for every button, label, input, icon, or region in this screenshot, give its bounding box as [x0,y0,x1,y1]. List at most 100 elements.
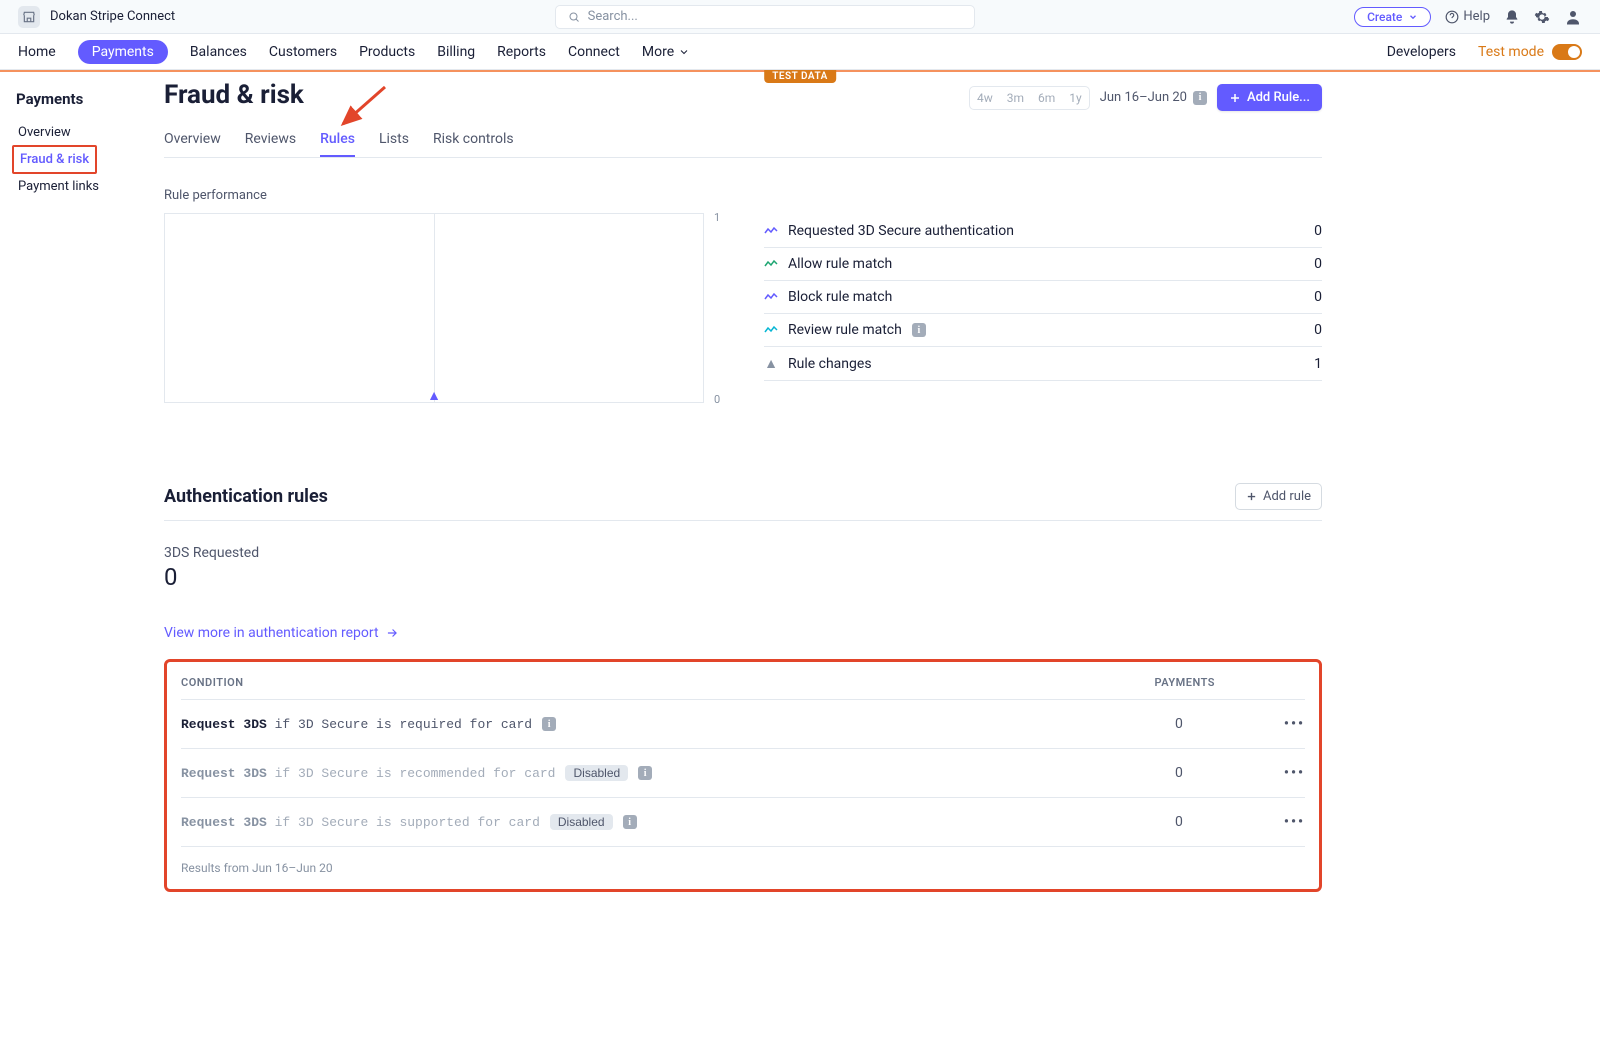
legend-label: Review rule match [788,322,902,338]
legend-label: Allow rule match [788,256,892,272]
store-icon [18,6,40,28]
search-input[interactable]: Search... [555,5,975,29]
rule-payments: 0 [1175,814,1255,830]
add-rule-button[interactable]: Add rule [1235,483,1322,510]
auth-rules-table: CONDITION PAYMENTS Request 3DS if 3D Sec… [164,659,1322,892]
info-icon: i [638,766,652,780]
legend-value: 0 [1314,223,1322,239]
legend-label: Requested 3D Secure authentication [788,223,1014,239]
nav-reports[interactable]: Reports [497,44,546,60]
help-icon [1445,10,1459,24]
profile-icon[interactable] [1564,8,1582,26]
nav-customers[interactable]: Customers [269,44,337,60]
info-icon: i [542,717,556,731]
rule-row[interactable]: Request 3DS if 3D Secure is supported fo… [181,798,1305,847]
nav-payments[interactable]: Payments [78,40,168,64]
info-icon: i [1193,91,1207,105]
nav-products[interactable]: Products [359,44,415,60]
view-more-link[interactable]: View more in authentication report [164,625,1322,641]
tab-reviews[interactable]: Reviews [245,123,296,157]
chart-y-min: 0 [714,393,720,406]
col-payments: PAYMENTS [1155,676,1216,689]
legend-line-icon [764,292,778,302]
nav-billing[interactable]: Billing [437,44,475,60]
info-icon: i [623,815,637,829]
rule-payments: 0 [1175,716,1255,732]
rule-condition: Request 3DS if 3D Secure is supported fo… [181,814,1165,830]
settings-icon[interactable] [1534,9,1550,25]
sidebar-item-overview[interactable]: Overview [10,120,142,145]
legend-row[interactable]: Allow rule match 0 [764,248,1322,281]
notifications-icon[interactable] [1504,9,1520,25]
nav-connect[interactable]: Connect [568,44,620,60]
sidebar-item-fraud-risk[interactable]: Fraud & risk [12,147,95,172]
col-condition: CONDITION [181,676,244,689]
period-6m[interactable]: 6m [1031,87,1062,109]
legend-row[interactable]: Requested 3D Secure authentication 0 [764,215,1322,248]
legend-line-icon [764,325,778,335]
legend-line-icon [764,226,778,236]
create-label: Create [1367,10,1402,24]
legend-label: Block rule match [788,289,892,305]
brand[interactable]: Dokan Stripe Connect [18,6,175,28]
help-button[interactable]: Help [1445,9,1490,24]
legend-line-icon [764,259,778,269]
test-mode-label: Test mode [1478,44,1544,60]
legend-value: 1 [1314,356,1322,372]
legend-line-icon: ▲ [764,355,778,372]
nav-balances[interactable]: Balances [190,44,247,60]
toggle-switch-icon [1552,44,1582,60]
chart-y-max: 1 [714,211,720,224]
rule-row[interactable]: Request 3DS if 3D Secure is required for… [181,700,1305,749]
rule-more-icon[interactable]: ••• [1265,814,1305,830]
help-label: Help [1463,9,1490,24]
rule-payments: 0 [1175,765,1255,781]
legend-value: 0 [1314,322,1322,338]
rule-more-icon[interactable]: ••• [1265,716,1305,732]
legend-row[interactable]: Review rule match i 0 [764,314,1322,347]
rule-change-marker-icon: ▲ [427,387,441,404]
legend-row[interactable]: ▲ Rule changes 1 [764,347,1322,381]
disabled-badge: Disabled [565,765,628,781]
rule-more-icon[interactable]: ••• [1265,765,1305,781]
test-mode-toggle[interactable]: Test mode [1478,44,1582,60]
create-button[interactable]: Create [1354,7,1431,27]
rule-row[interactable]: Request 3DS if 3D Secure is recommended … [181,749,1305,798]
auth-rules-title: Authentication rules [164,486,328,507]
info-icon: i [912,323,926,337]
legend-value: 0 [1314,289,1322,305]
arrow-right-icon [385,626,399,640]
tab-risk-controls[interactable]: Risk controls [433,123,514,157]
plus-icon [1229,92,1241,104]
period-selector[interactable]: 4w 3m 6m 1y [969,86,1090,110]
rule-performance-chart: ▲ [164,213,704,403]
period-3m[interactable]: 3m [1000,87,1031,109]
tab-overview[interactable]: Overview [164,123,221,157]
chevron-down-icon [678,46,690,58]
disabled-badge: Disabled [550,814,613,830]
rule-condition: Request 3DS if 3D Secure is required for… [181,717,1165,732]
rule-condition: Request 3DS if 3D Secure is recommended … [181,765,1165,781]
chevron-down-icon [1408,12,1418,22]
nav-home[interactable]: Home [18,44,56,60]
plus-icon [1246,491,1257,502]
stat-3ds-label: 3DS Requested [164,545,1322,561]
add-rule-primary-button[interactable]: Add Rule... [1217,84,1322,111]
legend-label: Rule changes [788,356,872,372]
search-icon [568,11,580,23]
results-note: Results from Jun 16–Jun 20 [181,861,1305,875]
sidebar-title: Payments [12,90,142,108]
tab-rules[interactable]: Rules [320,123,355,157]
legend-row[interactable]: Block rule match 0 [764,281,1322,314]
nav-more[interactable]: More [642,44,690,60]
tab-lists[interactable]: Lists [379,123,409,157]
date-range[interactable]: Jun 16–Jun 20 i [1100,90,1207,105]
period-1y[interactable]: 1y [1062,87,1088,109]
test-data-badge: TEST DATA [764,70,836,83]
legend-value: 0 [1314,256,1322,272]
sidebar-item-payment-links[interactable]: Payment links [10,174,142,199]
nav-developers[interactable]: Developers [1387,44,1456,60]
page-title: Fraud & risk [164,80,304,110]
period-4w[interactable]: 4w [970,87,1000,109]
brand-name: Dokan Stripe Connect [50,9,175,24]
